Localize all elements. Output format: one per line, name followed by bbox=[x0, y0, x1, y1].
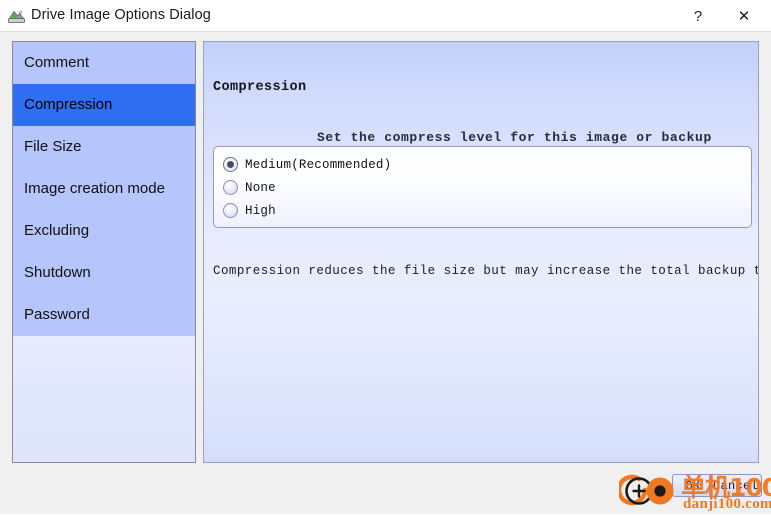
sidebar-list: Comment Compression File Size Image crea… bbox=[13, 42, 195, 336]
sidebar-item-label: Comment bbox=[24, 54, 90, 71]
radio-option-none[interactable]: None bbox=[223, 176, 276, 199]
radio-option-high[interactable]: High bbox=[223, 199, 276, 222]
radio-option-medium[interactable]: Medium(Recommended) bbox=[223, 153, 391, 176]
cancel-button[interactable]: Cancel bbox=[709, 474, 762, 497]
sidebar-item-password[interactable]: Password bbox=[13, 294, 195, 336]
help-button[interactable]: ? bbox=[677, 0, 719, 32]
sidebar-item-shutdown[interactable]: Shutdown bbox=[13, 252, 195, 294]
content-panel: Compression Set the compress level for t… bbox=[203, 41, 759, 463]
compression-level-group: Medium(Recommended) None High bbox=[213, 146, 752, 228]
radio-icon-high[interactable] bbox=[223, 203, 238, 218]
ok-button-label: OK bbox=[685, 478, 701, 493]
description-text: Compression reduces the file size but ma… bbox=[213, 264, 759, 278]
window-title: Drive Image Options Dialog bbox=[31, 7, 211, 23]
radio-label-high: High bbox=[245, 203, 276, 218]
sidebar-item-label: Password bbox=[24, 306, 90, 323]
drive-image-icon bbox=[8, 8, 25, 24]
title-bar: Drive Image Options Dialog ? ✕ bbox=[0, 0, 771, 32]
watermark-logo-icon bbox=[616, 470, 679, 510]
ok-button[interactable]: OK bbox=[672, 474, 714, 497]
close-icon: ✕ bbox=[737, 8, 751, 25]
page-title: Compression bbox=[213, 80, 307, 95]
close-button[interactable]: ✕ bbox=[723, 0, 765, 32]
sidebar-item-label: Image creation mode bbox=[24, 180, 165, 197]
sidebar-item-image-creation-mode[interactable]: Image creation mode bbox=[13, 168, 195, 210]
instruction-text: Set the compress level for this image or… bbox=[317, 130, 712, 145]
sidebar-item-label: Compression bbox=[24, 96, 113, 113]
radio-icon-medium[interactable] bbox=[223, 157, 238, 172]
radio-label-medium: Medium(Recommended) bbox=[245, 157, 392, 172]
dialog-window: Drive Image Options Dialog ? ✕ Comment C… bbox=[0, 0, 771, 514]
sidebar-panel: Comment Compression File Size Image crea… bbox=[12, 41, 196, 463]
sidebar-item-label: Excluding bbox=[24, 222, 90, 239]
sidebar-item-comment[interactable]: Comment bbox=[13, 42, 195, 84]
sidebar-item-excluding[interactable]: Excluding bbox=[13, 210, 195, 252]
watermark-url-text: danji100.com bbox=[683, 496, 771, 512]
sidebar-item-label: Shutdown bbox=[24, 264, 91, 281]
sidebar-item-file-size[interactable]: File Size bbox=[13, 126, 195, 168]
sidebar-item-label: File Size bbox=[24, 138, 82, 155]
radio-icon-none[interactable] bbox=[223, 180, 238, 195]
help-icon: ? bbox=[693, 7, 703, 25]
radio-label-none: None bbox=[245, 180, 276, 195]
cancel-button-label: Cancel bbox=[712, 478, 758, 493]
sidebar-item-compression[interactable]: Compression bbox=[13, 84, 195, 126]
